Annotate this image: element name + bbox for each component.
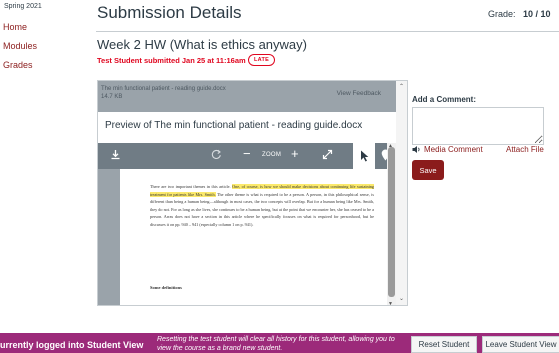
- document-page: There are two important themes in this a…: [120, 169, 387, 305]
- student-view-status: urrently logged into Student View: [0, 340, 144, 350]
- scrollbar-thumb[interactable]: [388, 147, 395, 297]
- file-name: The min functional patient - reading gui…: [101, 86, 226, 92]
- comment-textarea[interactable]: [412, 107, 544, 145]
- document-paragraph: There are two important themes in this a…: [150, 184, 374, 227]
- preview-title: Preview of The min functional patient - …: [105, 120, 363, 131]
- page-title: Submission Details: [97, 3, 242, 22]
- viewer-scroll-down-icon[interactable]: ⌄: [399, 295, 404, 302]
- zoom-out-button[interactable]: −: [243, 146, 251, 161]
- sidebar-item-grades[interactable]: Grades: [3, 60, 33, 70]
- view-feedback-link[interactable]: View Feedback: [337, 90, 381, 97]
- reset-student-button[interactable]: Reset Student: [411, 336, 477, 353]
- student-view-bar: urrently logged into Student View Resett…: [0, 333, 559, 353]
- pointer-tool-button[interactable]: [353, 143, 375, 169]
- download-icon[interactable]: [110, 149, 121, 163]
- sidebar-item-home[interactable]: Home: [3, 22, 27, 32]
- preview-header: Preview of The min functional patient - …: [98, 112, 407, 143]
- grade-value: 10 / 10: [523, 9, 551, 19]
- document-scrollbar[interactable]: ▲ ▼: [387, 143, 396, 305]
- document-viewer: The min functional patient - reading gui…: [97, 80, 408, 306]
- add-comment-label: Add a Comment:: [412, 95, 476, 104]
- submission-status: Test Student submitted Jan 25 at 11:16am: [97, 56, 246, 65]
- viewer-scrollbar[interactable]: ⌃ ⌄: [396, 81, 407, 305]
- viewer-toolbar: − ZOOM +: [98, 143, 390, 169]
- leave-student-view-button[interactable]: Leave Student View: [482, 336, 559, 353]
- speaker-icon: [412, 145, 421, 156]
- expand-icon[interactable]: [322, 149, 333, 163]
- header-divider: [96, 31, 559, 32]
- attach-file-link[interactable]: Attach File: [506, 145, 544, 154]
- zoom-label: ZOOM: [262, 152, 282, 158]
- file-size: 14.7 KB: [101, 94, 123, 100]
- save-button[interactable]: Save: [412, 160, 444, 180]
- media-comment-link[interactable]: Media Comment: [424, 145, 483, 154]
- grade-label: Grade:: [488, 9, 516, 19]
- sidebar-item-modules[interactable]: Modules: [3, 41, 37, 51]
- student-view-message: Resetting the test student will clear al…: [157, 336, 395, 352]
- late-badge: LATE: [248, 54, 276, 66]
- definitions-heading: Some definitions: [150, 285, 182, 290]
- assignment-title: Week 2 HW (What is ethics anyway): [97, 37, 307, 52]
- zoom-in-button[interactable]: +: [291, 146, 299, 161]
- viewer-scroll-up-icon[interactable]: ⌃: [399, 83, 404, 90]
- term-label: Spring 2021: [4, 3, 42, 10]
- rotate-icon[interactable]: [211, 149, 222, 163]
- scroll-down-arrow[interactable]: ▼: [388, 301, 393, 305]
